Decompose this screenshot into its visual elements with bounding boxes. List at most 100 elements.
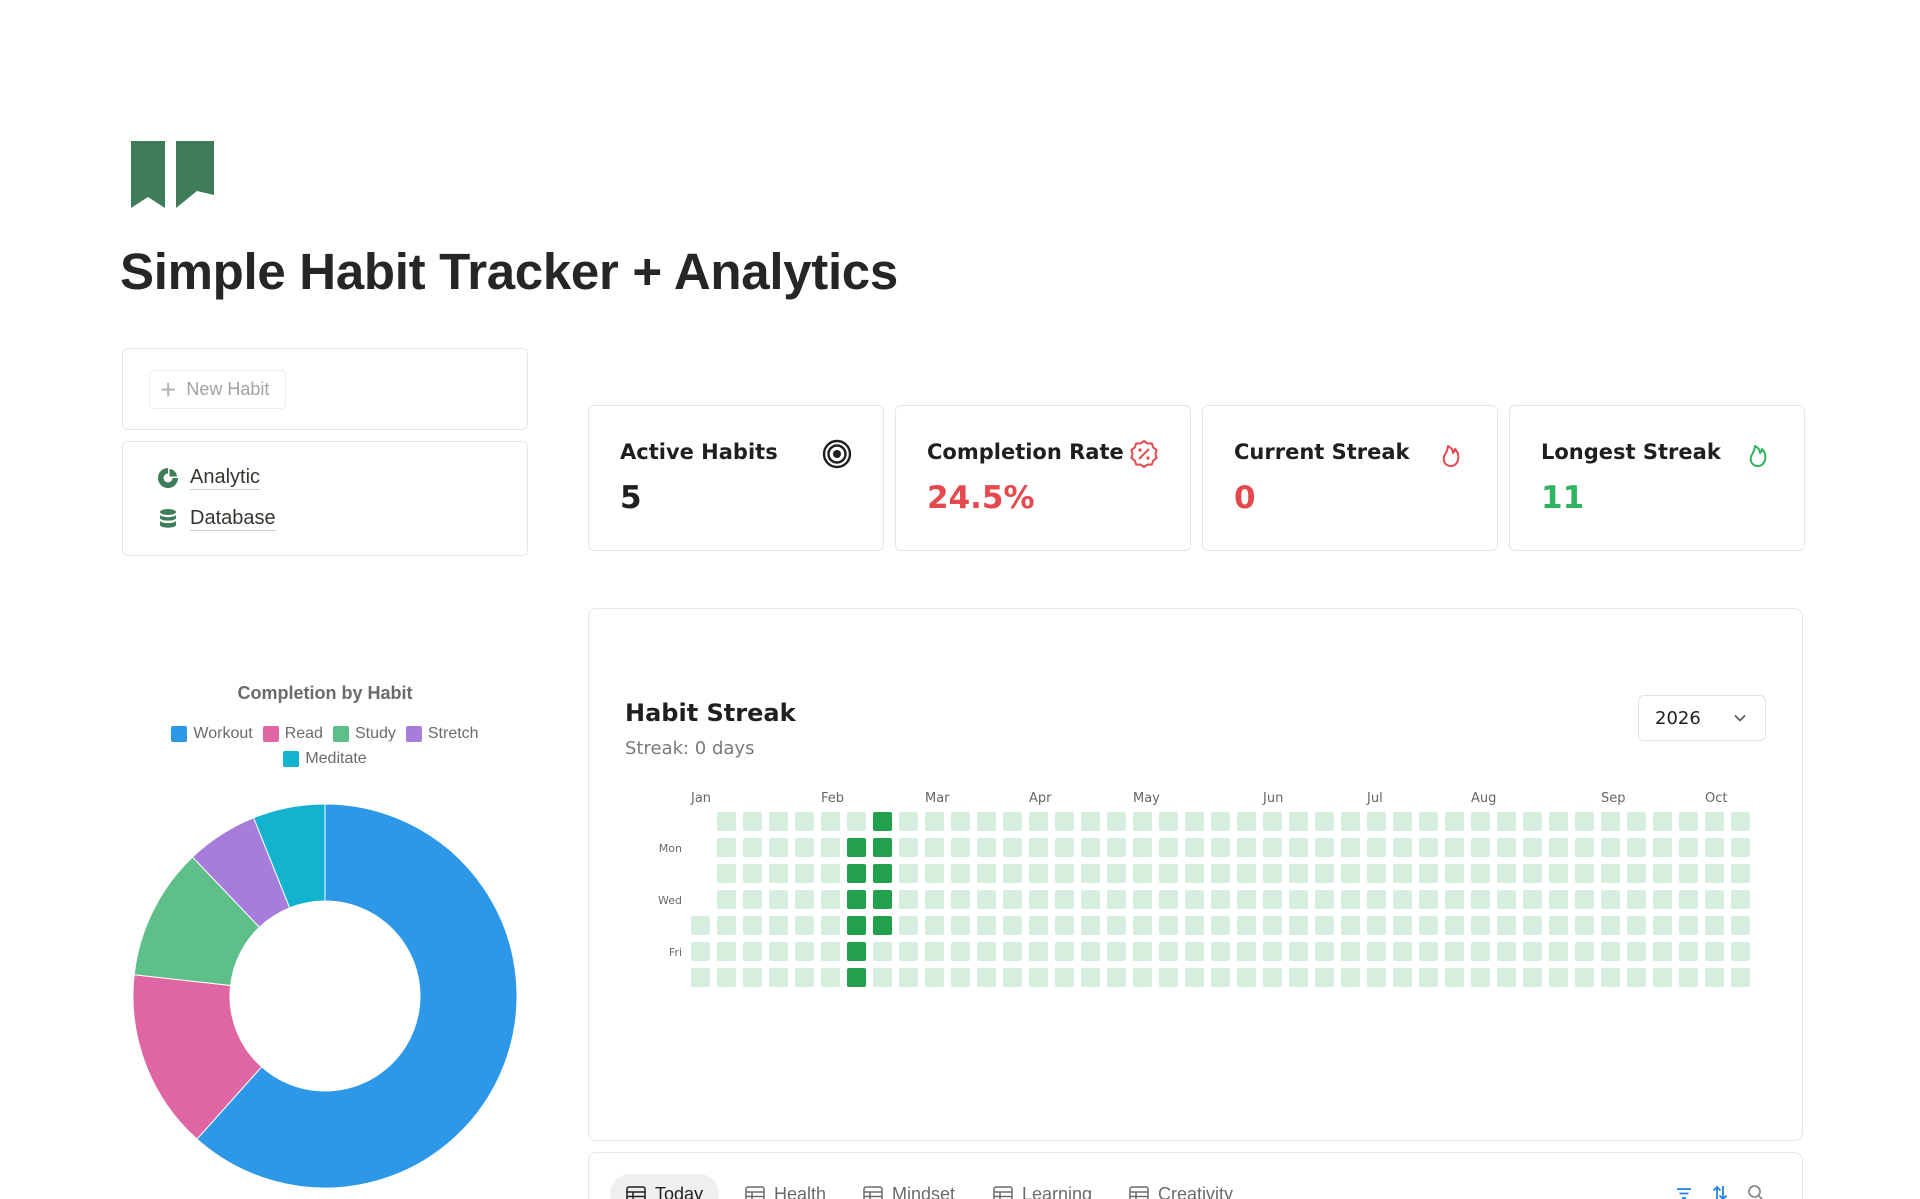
heatmap-cell[interactable] [1575,864,1594,883]
heatmap-cell[interactable] [1159,968,1178,987]
heatmap-cell[interactable] [795,838,814,857]
heatmap-cell[interactable] [977,812,996,831]
heatmap-cell[interactable] [1705,864,1724,883]
heatmap-cell[interactable] [1133,916,1152,935]
heatmap-cell[interactable] [1107,916,1126,935]
heatmap-cell[interactable] [1211,864,1230,883]
heatmap-cell[interactable] [1029,968,1048,987]
heatmap-cell[interactable] [1549,916,1568,935]
heatmap-cell[interactable] [1549,812,1568,831]
heatmap-cell[interactable] [977,916,996,935]
legend-item[interactable]: Study [332,725,396,743]
heatmap-cell[interactable] [1523,942,1542,961]
heatmap-cell[interactable] [743,968,762,987]
heatmap-cell[interactable] [1367,890,1386,909]
heatmap-cell[interactable] [1705,942,1724,961]
heatmap-cell[interactable] [1393,968,1412,987]
heatmap-cell[interactable] [743,890,762,909]
heatmap-cell[interactable] [717,838,736,857]
heatmap-cell[interactable] [1419,890,1438,909]
heatmap-cell[interactable] [873,916,892,935]
heatmap-cell[interactable] [951,916,970,935]
heatmap-cell[interactable] [1705,890,1724,909]
heatmap-cell[interactable] [1731,916,1750,935]
heatmap-cell[interactable] [1081,890,1100,909]
heatmap-cell[interactable] [1159,864,1178,883]
heatmap-cell[interactable] [1133,968,1152,987]
heatmap-cell[interactable] [1679,812,1698,831]
heatmap-cell[interactable] [1497,890,1516,909]
heatmap-cell[interactable] [1185,968,1204,987]
heatmap-cell[interactable] [1679,942,1698,961]
heatmap-cell[interactable] [925,968,944,987]
heatmap-cell[interactable] [1575,942,1594,961]
heatmap-cell[interactable] [821,968,840,987]
heatmap-cell[interactable] [1393,864,1412,883]
heatmap-cell[interactable] [1029,864,1048,883]
heatmap-cell[interactable] [1679,916,1698,935]
heatmap-cell[interactable] [951,890,970,909]
heatmap-cell[interactable] [1159,838,1178,857]
heatmap-cell[interactable] [1055,838,1074,857]
heatmap-cell[interactable] [1445,968,1464,987]
heatmap-cell[interactable] [873,890,892,909]
heatmap-cell[interactable] [1679,838,1698,857]
heatmap-cell[interactable] [1029,942,1048,961]
heatmap-cell[interactable] [1055,942,1074,961]
heatmap-cell[interactable] [1445,812,1464,831]
heatmap-cell[interactable] [1601,968,1620,987]
heatmap-cell[interactable] [1211,968,1230,987]
heatmap-cell[interactable] [899,942,918,961]
heatmap-cell[interactable] [1237,968,1256,987]
heatmap-cell[interactable] [1315,942,1334,961]
legend-item[interactable]: Stretch [405,725,479,743]
heatmap-cell[interactable] [1497,838,1516,857]
heatmap-cell[interactable] [1575,812,1594,831]
heatmap-cell[interactable] [717,890,736,909]
heatmap-cell[interactable] [977,968,996,987]
heatmap-cell[interactable] [1445,838,1464,857]
heatmap-cell[interactable] [1263,942,1282,961]
heatmap-cell[interactable] [821,890,840,909]
heatmap-cell[interactable] [977,942,996,961]
heatmap-cell[interactable] [1367,916,1386,935]
heatmap-cell[interactable] [1003,916,1022,935]
heatmap-cell[interactable] [1471,968,1490,987]
heatmap-cell[interactable] [925,864,944,883]
tab-today[interactable]: Today [610,1174,720,1199]
heatmap-cell[interactable] [691,968,710,987]
heatmap-cell[interactable] [1081,812,1100,831]
heatmap-cell[interactable] [717,916,736,935]
heatmap-cell[interactable] [1341,968,1360,987]
heatmap-cell[interactable] [1159,812,1178,831]
heatmap-cell[interactable] [1679,864,1698,883]
heatmap-cell[interactable] [1653,838,1672,857]
heatmap-cell[interactable] [1003,864,1022,883]
heatmap-cell[interactable] [1549,942,1568,961]
heatmap-cell[interactable] [1731,890,1750,909]
heatmap-cell[interactable] [1523,864,1542,883]
heatmap-cell[interactable] [1653,890,1672,909]
heatmap-cell[interactable] [1731,864,1750,883]
heatmap-cell[interactable] [1393,942,1412,961]
heatmap-cell[interactable] [821,838,840,857]
heatmap-cell[interactable] [1705,968,1724,987]
heatmap-cell[interactable] [717,812,736,831]
heatmap-cell[interactable] [821,916,840,935]
heatmap-cell[interactable] [1393,916,1412,935]
heatmap-cell[interactable] [1627,916,1646,935]
heatmap-cell[interactable] [1445,942,1464,961]
heatmap-cell[interactable] [1289,838,1308,857]
heatmap-cell[interactable] [951,812,970,831]
link-database[interactable]: Database [156,506,276,531]
heatmap-cell[interactable] [1679,890,1698,909]
heatmap-cell[interactable] [899,812,918,831]
heatmap-cell[interactable] [1445,890,1464,909]
heatmap-cell[interactable] [1211,812,1230,831]
heatmap-cell[interactable] [951,968,970,987]
heatmap-cell[interactable] [1289,812,1308,831]
heatmap-cell[interactable] [1627,838,1646,857]
heatmap-cell[interactable] [1263,864,1282,883]
heatmap-cell[interactable] [769,838,788,857]
new-habit-button[interactable]: + New Habit [149,370,287,409]
